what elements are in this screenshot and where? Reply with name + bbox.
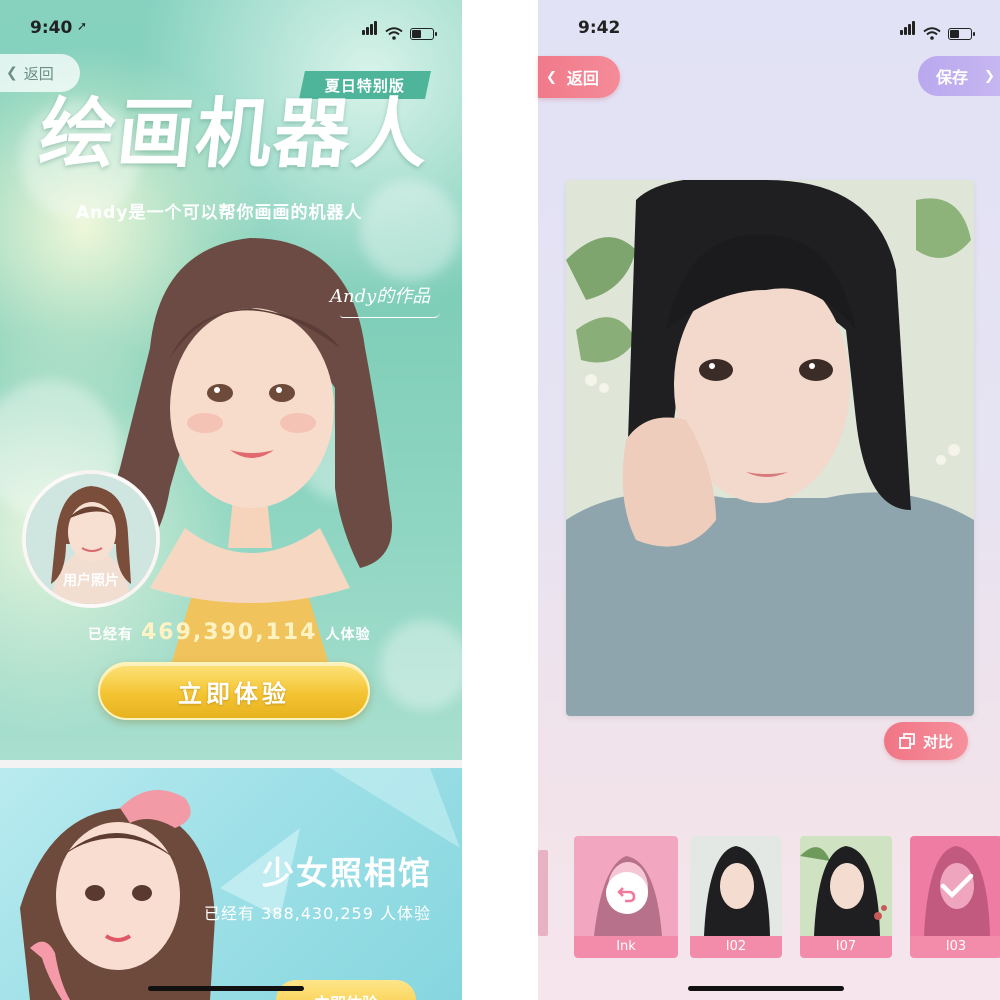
page-subtitle: Andy是一个可以帮你画画的机器人 [76, 203, 363, 223]
compare-icon [899, 733, 915, 749]
battery-icon [410, 28, 437, 40]
wifi-icon [385, 27, 403, 40]
home-indicator[interactable] [688, 986, 844, 991]
compare-button-label: 对比 [922, 732, 953, 751]
generated-painting-illustration [566, 180, 974, 716]
save-button-label: 保存 [936, 68, 969, 87]
location-arrow-icon: ➚ [77, 19, 88, 33]
style-label: Ink [574, 936, 678, 958]
promo-count: 已经有 388,430,259 人体验 [204, 904, 431, 923]
experience-suffix: 人体验 [325, 627, 371, 643]
back-button[interactable]: ❮ 返回 [538, 56, 620, 98]
battery-icon [948, 28, 975, 40]
promo-title: 少女照相馆 [262, 854, 433, 892]
back-button[interactable]: ❮ 返回 [0, 54, 80, 92]
style-label: I03 [910, 936, 1000, 958]
style-card-i03-selected[interactable]: I03 [910, 836, 1000, 958]
style-card-ink[interactable]: Ink [574, 836, 678, 958]
try-now-button[interactable]: 立即体验 [98, 662, 370, 720]
generated-painting [566, 180, 974, 716]
style-thumbnail [574, 836, 678, 936]
chevron-right-icon: ❯ [984, 68, 995, 84]
undo-icon [606, 872, 648, 914]
style-thumbnail [690, 836, 782, 936]
experience-count: 469,390,114 [141, 620, 318, 645]
style-card-i07[interactable]: I07 [800, 836, 892, 958]
user-photo-thumbnail: 用户照片 [22, 470, 160, 608]
screenshot-stage: 9:40 ➚ ❮ 返回 夏日特别版 绘画机器人 Andy是一个可以帮你画画的机器… [0, 0, 1000, 1000]
chevron-left-icon: ❮ [546, 69, 557, 85]
style-card-i02[interactable]: I02 [690, 836, 782, 958]
style-thumbnail-image [704, 846, 770, 936]
style-picker: Ink I02 I07 I03 [538, 836, 1000, 966]
page-title: 绘画机器人 [35, 89, 435, 178]
signal-icon [362, 20, 378, 40]
artwork-caption: Andy的作品 [330, 286, 431, 307]
caption-underline [340, 312, 440, 318]
style-thumbnail [910, 836, 1000, 936]
compare-button[interactable]: 对比 [884, 722, 968, 760]
save-button[interactable]: 保存 ❯ [918, 56, 1000, 96]
back-button-label: 返回 [566, 69, 599, 88]
home-indicator[interactable] [148, 986, 304, 991]
user-photo-label: 用户照片 [63, 573, 119, 589]
style-thumbnail [800, 836, 892, 936]
experience-count-line: 已经有 469,390,114 人体验 [88, 620, 370, 645]
style-label: I07 [800, 936, 892, 958]
status-icons [362, 20, 437, 40]
style-card-partial[interactable] [538, 850, 548, 936]
signal-icon [900, 20, 916, 40]
wifi-icon [923, 27, 941, 40]
status-bar: 9:42 [538, 14, 1000, 42]
status-time: 9:40 [30, 18, 73, 38]
back-button-label: 返回 [23, 64, 54, 83]
check-icon [940, 873, 974, 899]
status-icons [900, 20, 975, 40]
status-time: 9:42 [578, 18, 621, 38]
left-phone-screen: 9:40 ➚ ❮ 返回 夏日特别版 绘画机器人 Andy是一个可以帮你画画的机器… [0, 0, 462, 1000]
chevron-left-icon: ❮ [6, 65, 18, 81]
experience-prefix: 已经有 [88, 627, 133, 643]
style-label: I02 [690, 936, 782, 958]
style-thumbnail-image [800, 846, 887, 936]
status-bar: 9:40 ➚ [0, 14, 462, 42]
